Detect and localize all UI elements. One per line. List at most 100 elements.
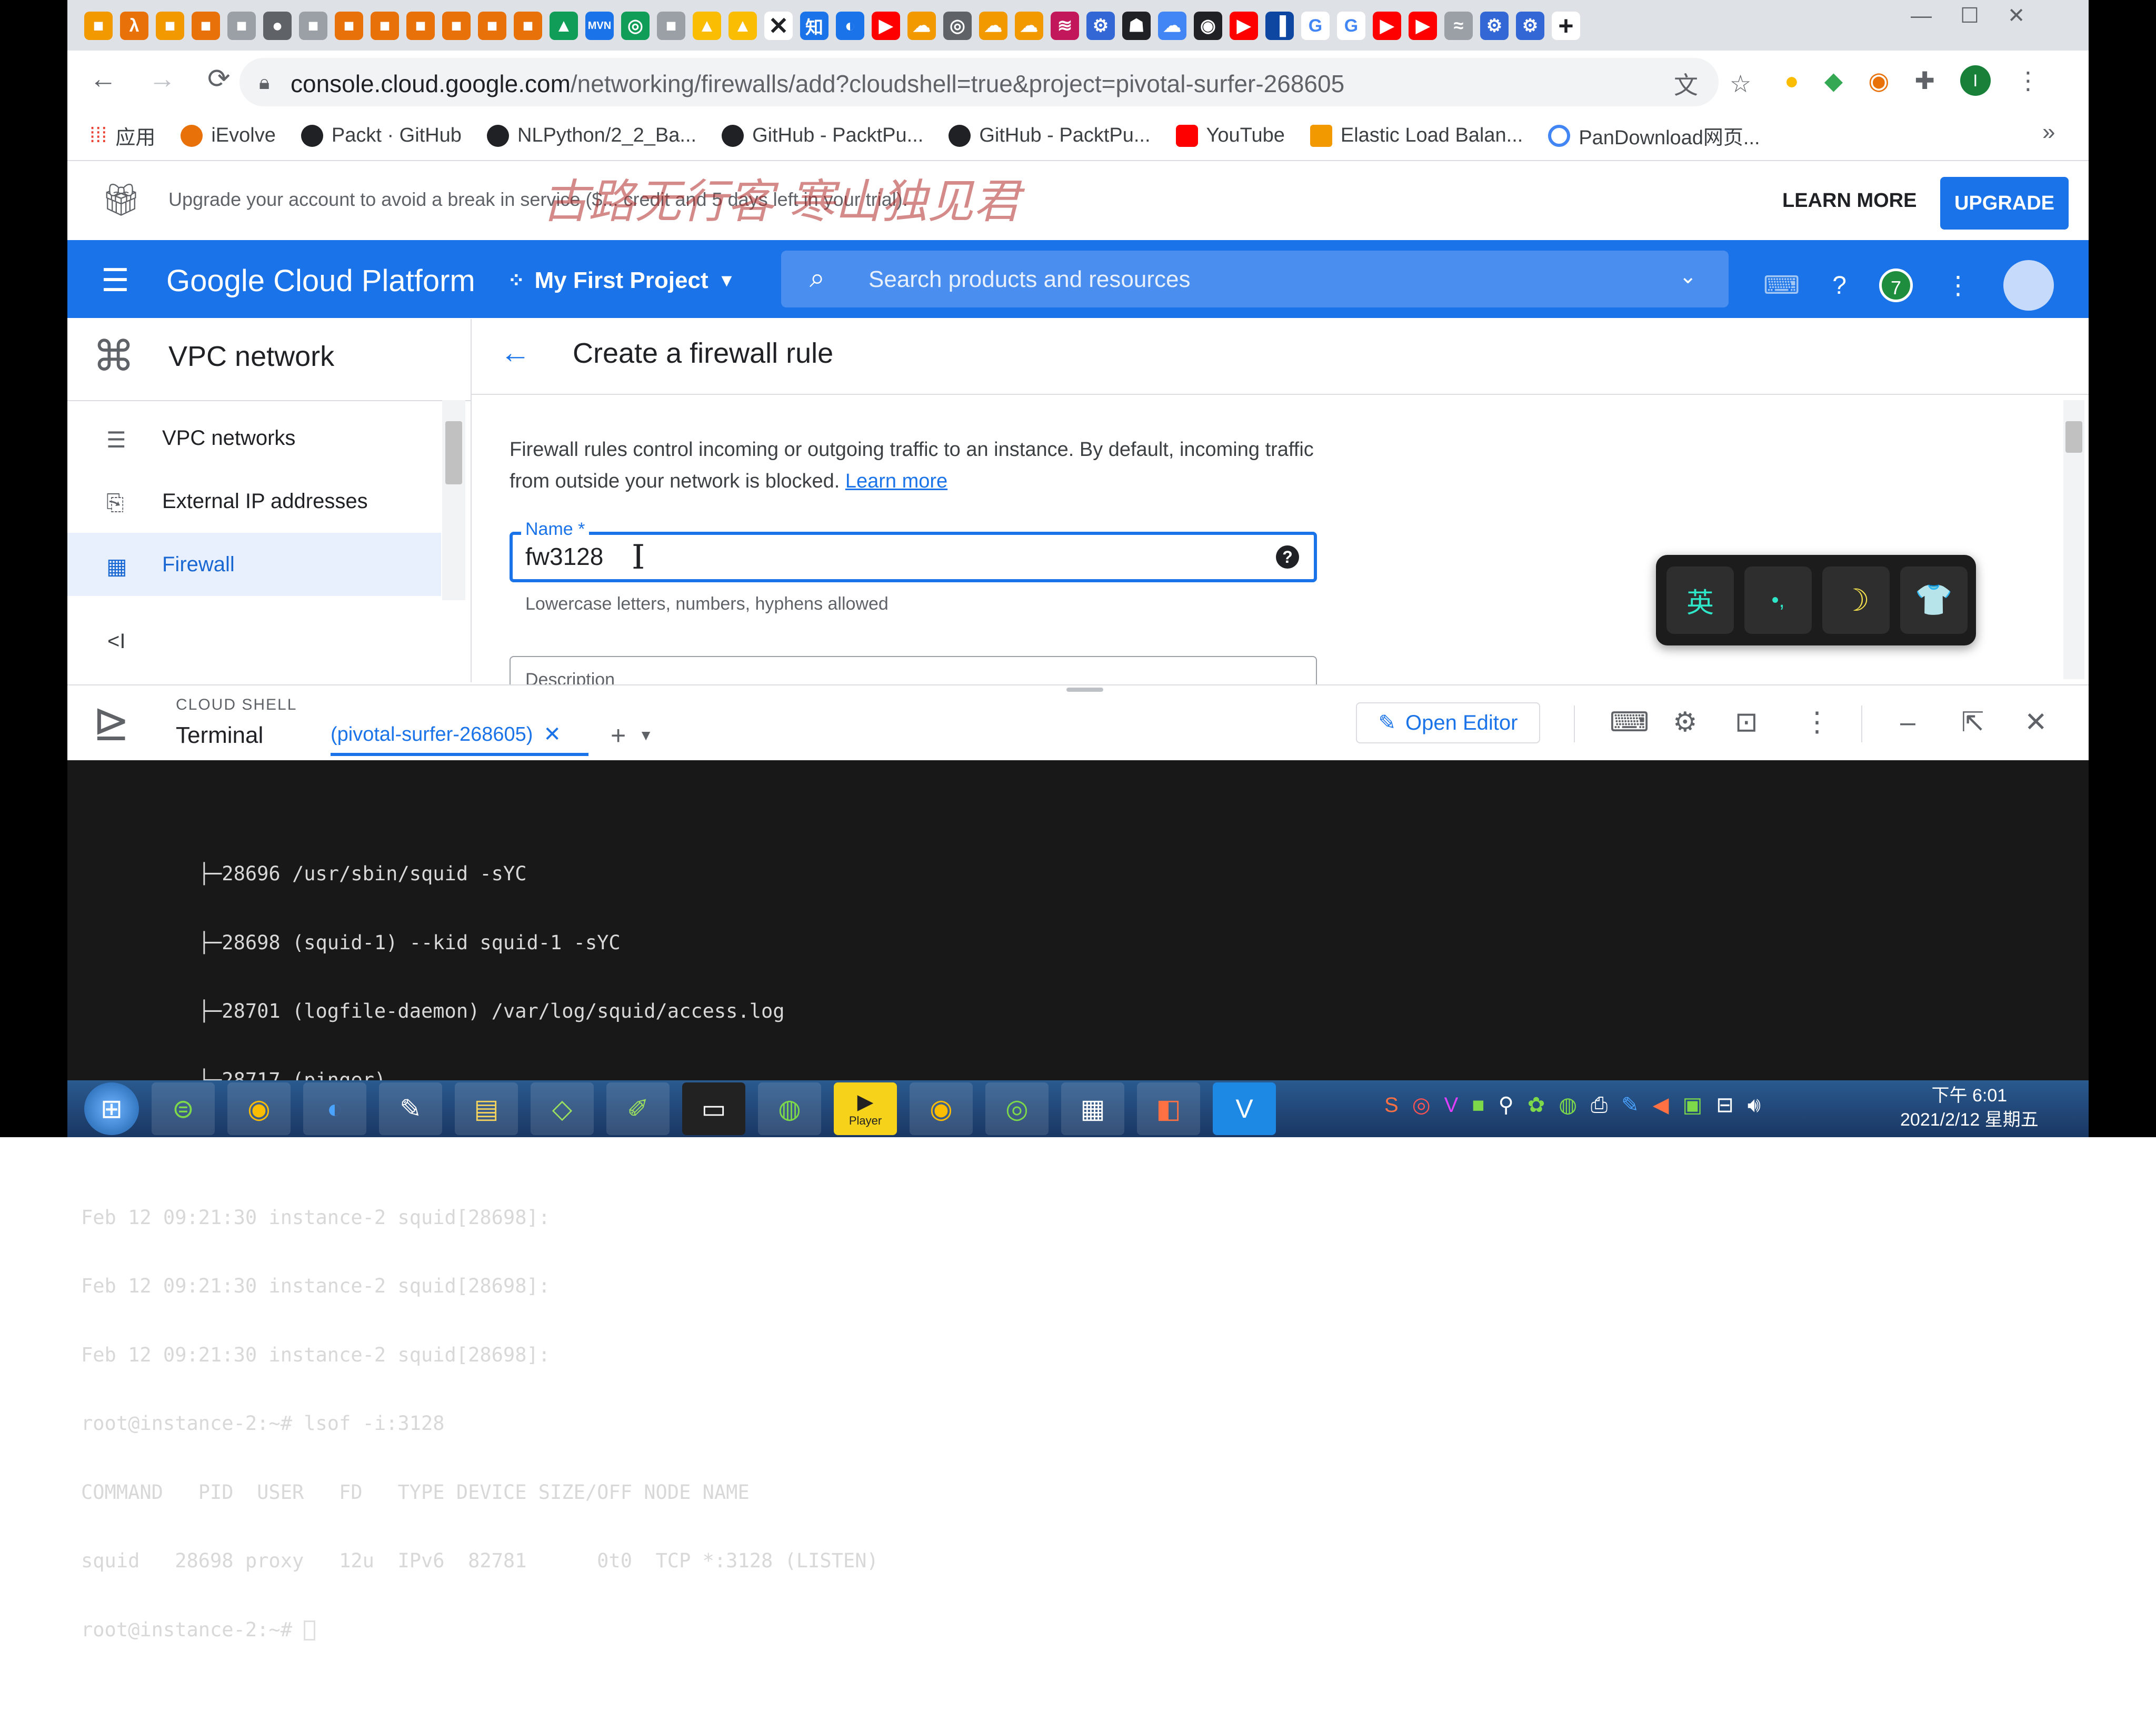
tab-icon[interactable]: ■	[406, 12, 435, 40]
bookmark-item[interactable]: GitHub - PacktPu...	[722, 124, 923, 147]
taskbar-app-icon[interactable]: V	[1213, 1082, 1276, 1135]
tab-icon[interactable]: ◉	[1194, 12, 1222, 40]
main-scrollbar-thumb[interactable]	[2065, 421, 2082, 453]
more-vert-icon[interactable]: ⋮	[1945, 271, 1971, 300]
settings-gear-icon[interactable]: ⚙	[1673, 707, 1698, 738]
tab-icon[interactable]: ■	[514, 12, 542, 40]
tab-icon[interactable]: λ	[120, 12, 148, 40]
bookmark-apps[interactable]: ⁞⁞⁞ 应用	[89, 121, 155, 150]
tab-icon[interactable]: ▶	[1373, 12, 1401, 40]
close-shell-icon[interactable]: ✕	[2024, 707, 2048, 738]
tab-icon[interactable]: ■	[299, 12, 327, 40]
extension-icon[interactable]: ◉	[1868, 66, 1889, 95]
tab-icon[interactable]: ■	[478, 12, 506, 40]
tab-icon[interactable]: ◐	[836, 12, 864, 40]
extension-icon[interactable]: ●	[1784, 66, 1799, 95]
close-tab-icon[interactable]: ✕	[543, 722, 561, 747]
chevron-down-icon[interactable]: ▼	[638, 727, 653, 744]
tab-icon[interactable]: 知	[800, 12, 829, 40]
tab-icon[interactable]: ▶	[1409, 12, 1437, 40]
tab-icon[interactable]: ■	[335, 12, 363, 40]
help-icon[interactable]: ?	[1832, 271, 1846, 300]
tray-icon[interactable]: ◍	[1559, 1093, 1577, 1117]
tab-icon[interactable]: ◎	[621, 12, 650, 40]
ime-punct-button[interactable]: •,	[1744, 566, 1812, 634]
tab-icon[interactable]: ⚙	[1086, 12, 1115, 40]
tray-icon[interactable]: ◎	[1412, 1093, 1431, 1117]
more-bookmarks-icon[interactable]: »	[2042, 119, 2055, 145]
bookmark-item[interactable]: GitHub - PacktPu...	[949, 124, 1151, 147]
bookmark-item[interactable]: PanDownload网页...	[1548, 121, 1760, 150]
tray-icon[interactable]: ✿	[1528, 1093, 1545, 1117]
cloud-shell-icon[interactable]: ⌨	[1763, 271, 1800, 300]
chrome-icon[interactable]: ◉	[910, 1082, 973, 1135]
nav-scrollbar[interactable]	[442, 400, 465, 600]
taskbar-app-icon[interactable]: ⊜	[152, 1082, 215, 1135]
tab-icon[interactable]: ☁	[907, 12, 936, 40]
tab-icon[interactable]: G	[1337, 12, 1365, 40]
profile-avatar[interactable]: I	[1960, 65, 1991, 96]
reload-icon[interactable]: ⟳	[207, 63, 231, 95]
url-text[interactable]: console.cloud.google.com/networking/fire…	[291, 69, 1344, 98]
keyboard-icon[interactable]: ⌨	[1610, 707, 1649, 738]
player-app[interactable]: ▶ Player	[834, 1082, 897, 1135]
tab-icon[interactable]: ⚙	[1480, 12, 1509, 40]
collapse-nav-icon[interactable]: <I	[107, 630, 125, 653]
nav-item-vpc-networks[interactable]: ☰ VPC networks	[67, 406, 441, 470]
taskbar-app-icon[interactable]: ◧	[1137, 1082, 1200, 1135]
tray-icon[interactable]: S	[1384, 1093, 1399, 1117]
tab-icon[interactable]: ■	[371, 12, 399, 40]
terminal-output[interactable]: ├─28696 /usr/sbin/squid -sYC ├─28698 (sq…	[67, 760, 2089, 1641]
terminal-icon[interactable]: ▭	[682, 1082, 745, 1135]
tab-icon[interactable]: ≋	[1051, 12, 1079, 40]
tab-icon[interactable]: G	[1301, 12, 1330, 40]
nav-scrollbar-thumb[interactable]	[445, 421, 462, 484]
chrome-icon[interactable]: ◉	[227, 1082, 291, 1135]
project-selector[interactable]: ⁘ My First Project ▼	[507, 267, 735, 294]
tab-icon[interactable]: ■	[657, 12, 685, 40]
resize-handle[interactable]	[1066, 688, 1103, 692]
bookmark-item[interactable]: NLPython/2_2_Ba...	[486, 124, 696, 147]
tab-icon[interactable]: ▐	[1265, 12, 1294, 40]
taskbar-app-icon[interactable]: ▦	[1061, 1082, 1124, 1135]
volume-icon[interactable]: 🔊︎	[1748, 1093, 1761, 1117]
nav-item-firewall[interactable]: ▦ Firewall	[67, 533, 441, 596]
tab-icon[interactable]: ☁	[1158, 12, 1186, 40]
bookmark-star-icon[interactable]: ☆	[1730, 69, 1751, 98]
search-expand-chevron-icon[interactable]: ⌄	[1679, 264, 1697, 289]
ime-skin-button[interactable]: 👕	[1900, 566, 1968, 634]
tray-icon[interactable]: ⚲	[1498, 1093, 1513, 1117]
minimize-icon[interactable]: –	[1900, 707, 1915, 738]
tray-icon[interactable]: ⎙	[1591, 1093, 1608, 1117]
forward-icon[interactable]: →	[148, 63, 176, 95]
bookmark-item[interactable]: iEvolve	[181, 124, 276, 147]
tab-icon[interactable]: ■	[84, 12, 113, 40]
open-new-window-icon[interactable]: ⇱	[1961, 707, 1984, 738]
new-tab-icon[interactable]: +	[1552, 11, 1580, 41]
tab-icon[interactable]: ■	[227, 12, 256, 40]
tray-icon[interactable]: V	[1444, 1093, 1459, 1117]
bookmark-item[interactable]: Elastic Load Balan...	[1310, 124, 1523, 147]
web-preview-icon[interactable]: ⊡	[1735, 707, 1758, 738]
folder-icon[interactable]: ▤	[455, 1082, 518, 1135]
tab-icon[interactable]: ■	[442, 12, 471, 40]
network-icon[interactable]: ⊟	[1716, 1093, 1734, 1117]
close-window-icon[interactable]: ✕	[2008, 4, 2025, 28]
tab-icon[interactable]: ☁	[979, 12, 1007, 40]
tab-icon[interactable]: ▲	[550, 12, 578, 40]
name-input-value[interactable]: fw3128	[525, 542, 603, 571]
maximize-window-icon[interactable]: ☐	[1960, 4, 1979, 28]
hamburger-menu-icon[interactable]: ☰	[101, 262, 129, 299]
tray-icon[interactable]: ■	[1472, 1093, 1484, 1117]
help-circle-icon[interactable]: ?	[1276, 545, 1299, 569]
add-tab-icon[interactable]: +	[611, 720, 626, 751]
account-avatar[interactable]	[2003, 260, 2054, 311]
translate-icon[interactable]: 文	[1674, 66, 1698, 101]
tab-icon[interactable]: ■	[156, 12, 184, 40]
back-icon[interactable]: ←	[89, 63, 117, 95]
browser-menu-icon[interactable]: ⋮	[2016, 66, 2040, 95]
taskbar-app-icon[interactable]: ✎	[379, 1082, 442, 1135]
tray-icon[interactable]: ▣	[1682, 1093, 1702, 1117]
puzzle-extensions-icon[interactable]: ✚	[1914, 66, 1935, 95]
start-button[interactable]: ⊞	[84, 1082, 139, 1135]
